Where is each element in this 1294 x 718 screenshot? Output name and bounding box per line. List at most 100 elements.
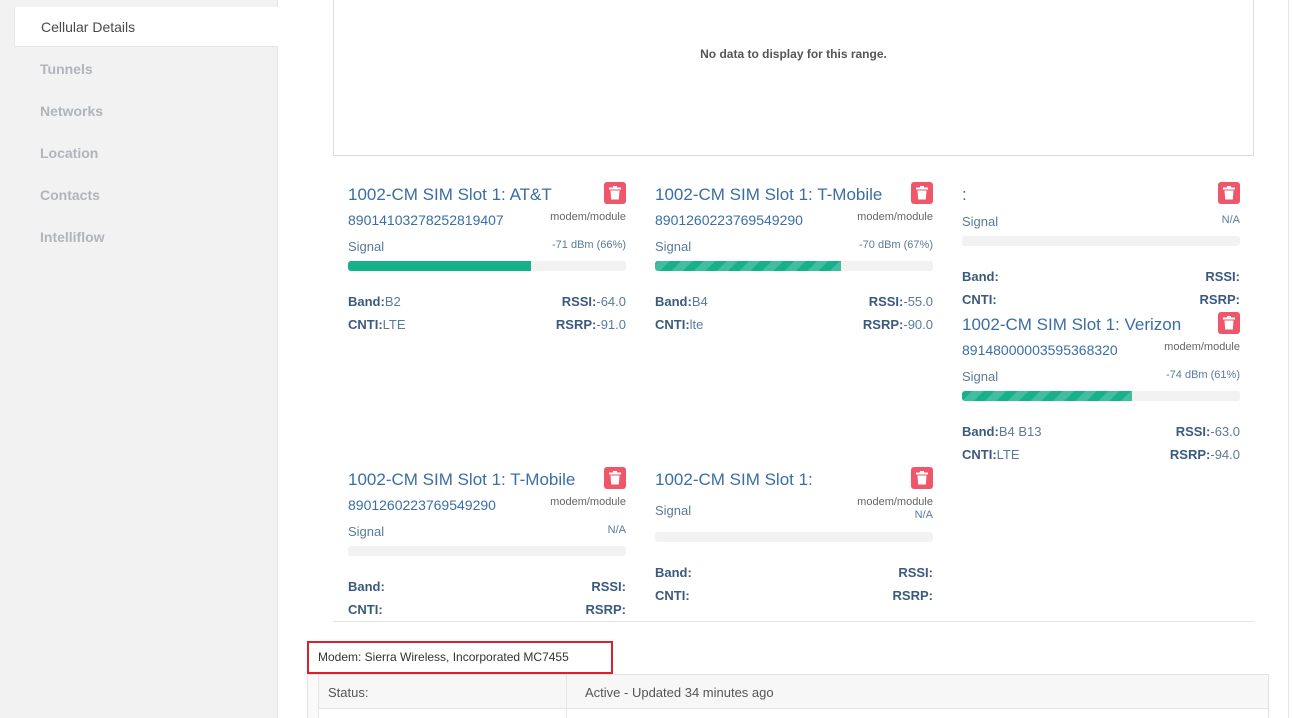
rsrp-label: RSRP: — [555, 317, 597, 332]
rssi-stat: RSSI: — [898, 565, 933, 580]
sim-card-title: 1002-CM SIM Slot 1: T-Mobile — [655, 185, 883, 204]
delete-button[interactable] — [604, 467, 626, 489]
modem-type: modem/module — [1164, 341, 1240, 353]
signal-bar — [348, 261, 626, 271]
sim-card: 1002-CM SIM Slot 1: T-Mobile 890126022376… — [655, 182, 933, 335]
cnti-label: CNTI: — [348, 602, 383, 617]
sim-card: 1002-CM SIM Slot 1: Verizon 8914800000359… — [962, 312, 1240, 465]
signal-chart: No data to display for this range. — [333, 0, 1254, 156]
sidebar-item-networks[interactable]: Networks — [0, 91, 278, 131]
modem-type: modem/module — [857, 496, 933, 508]
signal-label: Signal — [655, 503, 692, 518]
band-label: Band: — [962, 269, 999, 284]
signal-label: Signal — [348, 524, 385, 539]
rsrp-stat: RSRP:-90.0 — [863, 317, 933, 332]
cnti-label: CNTI: — [655, 317, 690, 332]
rssi-value: -55.0 — [903, 294, 933, 309]
sim-card-title: 1002-CM SIM Slot 1: T-Mobile — [348, 470, 576, 489]
sim-card: : Signal N/A Band: RSSI: CNTI: RSRP: — [962, 182, 1240, 335]
delete-button[interactable] — [911, 467, 933, 489]
band-stat: Band:B4 — [655, 294, 708, 309]
signal-label: Signal — [655, 239, 692, 254]
rssi-label: RSSI: — [868, 294, 904, 309]
signal-bar — [655, 261, 933, 271]
signal-value: N/A — [607, 524, 626, 536]
delete-button[interactable] — [1218, 312, 1240, 334]
trash-icon — [1223, 186, 1235, 200]
delete-button[interactable] — [1218, 182, 1240, 204]
rsrp-label: RSRP: — [1199, 292, 1240, 307]
sim-iccid: 89014103278252819407 — [348, 212, 504, 228]
sim-card: 1002-CM SIM Slot 1: modem/module Signal N/A… — [655, 467, 933, 620]
chart-empty-message: No data to display for this range. — [700, 47, 887, 61]
rssi-stat: RSSI:-55.0 — [869, 294, 933, 309]
cnti-value: lte — [689, 317, 704, 332]
signal-bar — [655, 532, 933, 542]
rssi-label: RSSI: — [1205, 269, 1240, 284]
table-row — [318, 709, 1268, 718]
signal-bar-fill — [655, 261, 842, 271]
signal-label: Signal — [962, 214, 999, 229]
rsrp-label: RSRP: — [892, 588, 933, 603]
cnti-value: LTE — [382, 317, 406, 332]
delete-button[interactable] — [604, 182, 626, 204]
cnti-label: CNTI: — [962, 447, 997, 462]
modem-type: modem/module — [857, 211, 933, 223]
cnti-stat: CNTI:LTE — [348, 317, 406, 332]
rsrp-label: RSRP: — [862, 317, 904, 332]
sim-card: 1002-CM SIM Slot 1: AT&T 8901410327825281… — [348, 182, 626, 335]
modem-info: Modem: Sierra Wireless, Incorporated MC7… — [307, 641, 613, 674]
rssi-stat: RSSI: — [1205, 269, 1240, 284]
band-value: B4 B13 — [998, 424, 1042, 439]
band-stat: Band: — [962, 269, 999, 284]
rsrp-stat: RSRP:-91.0 — [556, 317, 626, 332]
signal-value: -70 dBm (67%) — [859, 239, 933, 251]
band-value: B4 — [691, 294, 708, 309]
modem-type: modem/module — [550, 496, 626, 508]
sidebar-item-location[interactable]: Location — [0, 133, 278, 173]
signal-bar — [962, 391, 1240, 401]
trash-icon — [916, 471, 928, 485]
rsrp-label: RSRP: — [585, 602, 626, 617]
sidebar-item-cellular-details[interactable]: Cellular Details — [14, 7, 278, 47]
rssi-stat: RSSI:-63.0 — [1176, 424, 1240, 439]
rsrp-stat: RSRP:-94.0 — [1170, 447, 1240, 462]
rsrp-value: -90.0 — [903, 317, 933, 332]
rsrp-stat: RSRP: — [1200, 292, 1240, 307]
rsrp-value: -94.0 — [1210, 447, 1240, 462]
band-label: Band: — [655, 294, 692, 309]
cnti-label: CNTI: — [655, 588, 690, 603]
rssi-label: RSSI: — [561, 294, 597, 309]
rssi-label: RSSI: — [898, 565, 933, 580]
trash-icon — [916, 186, 928, 200]
sidebar-item-tunnels[interactable]: Tunnels — [0, 49, 278, 89]
cnti-stat: CNTI:LTE — [962, 447, 1020, 462]
band-label: Band: — [348, 579, 385, 594]
band-label: Band: — [348, 294, 385, 309]
rssi-stat: RSSI:-64.0 — [562, 294, 626, 309]
cnti-stat: CNTI: — [348, 602, 383, 617]
sim-iccid: 8901260223769549290 — [655, 212, 803, 228]
rsrp-value: -91.0 — [596, 317, 626, 332]
band-value: B2 — [384, 294, 401, 309]
band-stat: Band:B4 B13 — [962, 424, 1042, 439]
rssi-label: RSSI: — [1175, 424, 1211, 439]
band-stat: Band:B2 — [348, 294, 401, 309]
rssi-value: -63.0 — [1210, 424, 1240, 439]
table-row: Status: Active - Updated 34 minutes ago — [318, 675, 1268, 709]
signal-bar — [348, 546, 626, 556]
page-right-border — [1288, 0, 1289, 718]
rsrp-stat: RSRP: — [893, 588, 933, 603]
delete-button[interactable] — [911, 182, 933, 204]
sidebar: Cellular Details Tunnels Networks Locati… — [0, 0, 278, 718]
band-stat: Band: — [348, 579, 385, 594]
rsrp-label: RSRP: — [1169, 447, 1211, 462]
signal-value: -74 dBm (61%) — [1166, 369, 1240, 381]
trash-icon — [1223, 316, 1235, 330]
rssi-label: RSSI: — [591, 579, 626, 594]
sim-iccid: 8901260223769549290 — [348, 497, 496, 513]
sidebar-item-intelliflow[interactable]: Intelliflow — [0, 217, 278, 257]
sim-iccid: 89148000003595368320 — [962, 342, 1118, 358]
status-key: Status: — [328, 685, 369, 700]
sidebar-item-contacts[interactable]: Contacts — [0, 175, 278, 215]
